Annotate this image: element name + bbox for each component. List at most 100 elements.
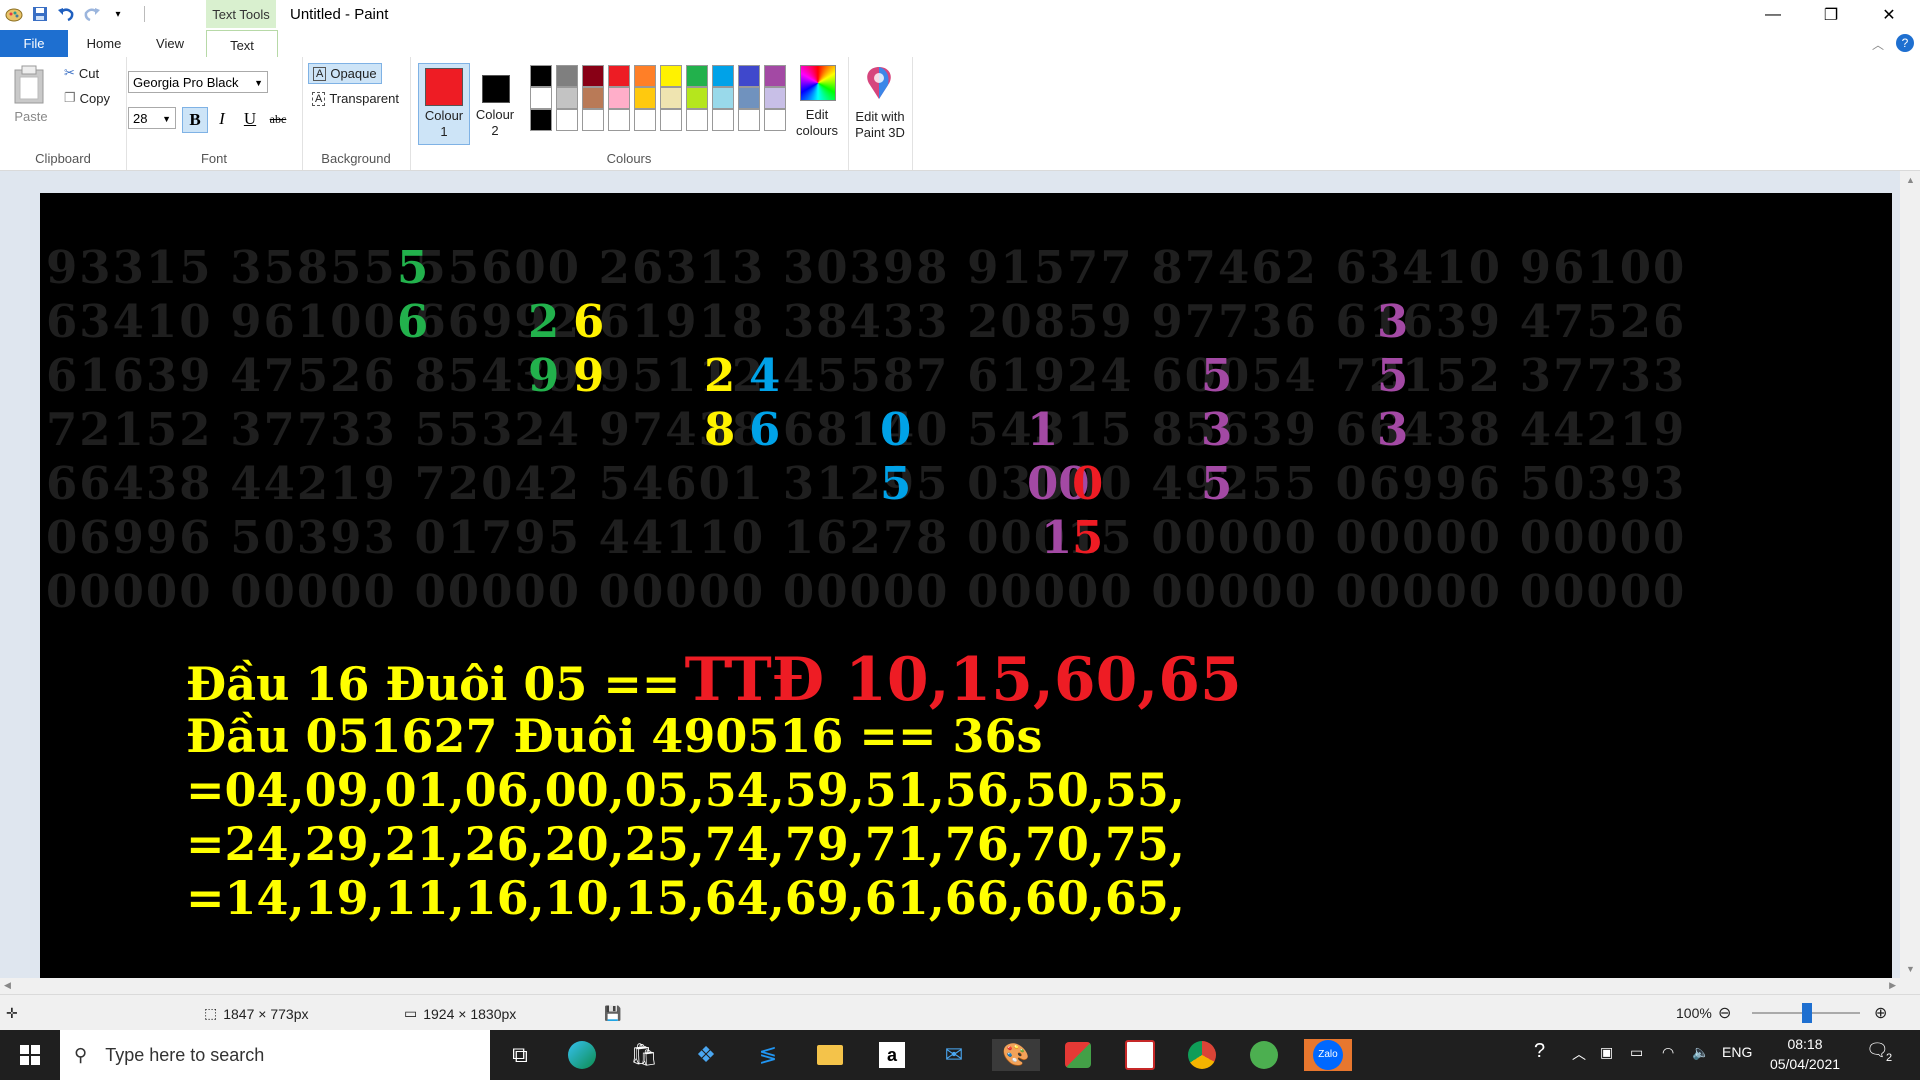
- amazon-icon[interactable]: a: [876, 1039, 908, 1071]
- show-hidden-icons-icon[interactable]: ︿: [1572, 1044, 1586, 1064]
- redo-icon[interactable]: [82, 4, 102, 24]
- opaque-button[interactable]: A Opaque: [308, 63, 382, 84]
- customize-qat-icon[interactable]: ▾: [108, 4, 128, 24]
- palette-colour-swatch[interactable]: [660, 65, 682, 87]
- paint-taskbar-icon[interactable]: 🎨: [992, 1039, 1040, 1071]
- palette-colour-swatch[interactable]: [712, 109, 734, 131]
- help-tray-icon[interactable]: ?: [1534, 1040, 1545, 1063]
- edge-icon[interactable]: [566, 1039, 598, 1071]
- dropbox-icon[interactable]: ❖: [690, 1039, 722, 1071]
- zoom-out-icon[interactable]: ⊖: [1718, 1003, 1731, 1023]
- strikethrough-button[interactable]: abc: [266, 107, 290, 131]
- palette-colour-swatch[interactable]: [660, 109, 682, 131]
- volume-icon[interactable]: 🔈: [1692, 1044, 1709, 1061]
- colour2-button[interactable]: Colour 2: [470, 63, 520, 143]
- file-explorer-icon[interactable]: [814, 1039, 846, 1071]
- clock-time: 08:18: [1787, 1036, 1823, 1052]
- palette-colour-swatch[interactable]: [634, 65, 656, 87]
- language-indicator[interactable]: ENG: [1722, 1044, 1752, 1060]
- zalo-icon[interactable]: Zalo: [1304, 1039, 1352, 1071]
- scroll-down-icon[interactable]: ▼: [1906, 964, 1915, 974]
- app-icon-green[interactable]: [1248, 1039, 1280, 1071]
- maximize-button[interactable]: ❐: [1802, 0, 1860, 30]
- zoom-in-icon[interactable]: ⊕: [1874, 1003, 1887, 1023]
- minimize-button[interactable]: —: [1744, 0, 1802, 30]
- edit-colours-button[interactable]: Edit colours: [790, 63, 844, 143]
- palette-colour-swatch[interactable]: [556, 87, 578, 109]
- palette-colour-swatch[interactable]: [634, 109, 656, 131]
- highlight-digit: 3: [1377, 295, 1409, 348]
- taskbar-clock[interactable]: 08:18 05/04/2021: [1760, 1034, 1850, 1074]
- palette-colour-swatch[interactable]: [530, 65, 552, 87]
- vscode-like-icon[interactable]: ≶: [752, 1039, 784, 1071]
- task-view-icon[interactable]: ⧉: [504, 1039, 536, 1071]
- bold-button[interactable]: B: [182, 107, 208, 133]
- canvas-workspace[interactable]: 93315 35855 55600 26313 30398 91577 8746…: [0, 171, 1920, 978]
- wifi-icon[interactable]: ◠: [1662, 1044, 1674, 1061]
- underline-button[interactable]: U: [238, 107, 262, 131]
- zoom-slider-thumb[interactable]: [1802, 1003, 1812, 1023]
- cut-button[interactable]: ✂ Cut: [64, 65, 99, 81]
- tab-home[interactable]: Home: [78, 30, 130, 57]
- chrome-icon[interactable]: [1186, 1039, 1218, 1071]
- palette-colour-swatch[interactable]: [712, 87, 734, 109]
- palette-colour-swatch[interactable]: [660, 87, 682, 109]
- palette-colour-swatch[interactable]: [530, 109, 552, 131]
- palette-colour-swatch[interactable]: [712, 65, 734, 87]
- palette-colour-swatch[interactable]: [582, 65, 604, 87]
- italic-button[interactable]: I: [210, 107, 234, 131]
- app-icon-red-green[interactable]: [1062, 1039, 1094, 1071]
- palette-colour-swatch[interactable]: [764, 109, 786, 131]
- palette-colour-swatch[interactable]: [686, 109, 708, 131]
- battery-icon[interactable]: ▭: [1630, 1044, 1643, 1061]
- zoom-slider[interactable]: [1752, 1003, 1860, 1023]
- palette-colour-swatch[interactable]: [764, 65, 786, 87]
- save-icon[interactable]: [30, 4, 50, 24]
- taskbar-search[interactable]: ⚲ Type here to search: [60, 1030, 490, 1080]
- paste-label[interactable]: Paste: [6, 109, 56, 125]
- palette-colour-swatch[interactable]: [764, 87, 786, 109]
- palette-colour-swatch[interactable]: [608, 65, 630, 87]
- palette-colour-swatch[interactable]: [582, 109, 604, 131]
- palette-colour-swatch[interactable]: [634, 87, 656, 109]
- palette-colour-swatch[interactable]: [686, 87, 708, 109]
- paint-app-icon[interactable]: [4, 4, 24, 24]
- app-icon-grid[interactable]: [1124, 1039, 1156, 1071]
- paste-icon[interactable]: [12, 65, 46, 108]
- palette-colour-swatch[interactable]: [556, 65, 578, 87]
- palette-colour-swatch[interactable]: [686, 65, 708, 87]
- undo-icon[interactable]: [56, 4, 76, 24]
- store-icon[interactable]: 🛍: [628, 1039, 660, 1071]
- horizontal-scrollbar[interactable]: ◀ ▶: [0, 978, 1920, 994]
- paint3d-label-line2[interactable]: Paint 3D: [848, 125, 912, 141]
- paint3d-label-line1[interactable]: Edit with: [848, 109, 912, 125]
- collapse-ribbon-icon[interactable]: ︿: [1872, 36, 1884, 53]
- palette-colour-swatch[interactable]: [738, 65, 760, 87]
- palette-colour-swatch[interactable]: [608, 109, 630, 131]
- mail-icon[interactable]: ✉: [938, 1039, 970, 1071]
- transparent-button[interactable]: A Transparent: [312, 91, 399, 106]
- scroll-up-icon[interactable]: ▲: [1906, 175, 1915, 185]
- paint3d-icon[interactable]: [862, 65, 896, 104]
- palette-colour-swatch[interactable]: [556, 109, 578, 131]
- palette-colour-swatch[interactable]: [738, 87, 760, 109]
- scroll-left-icon[interactable]: ◀: [4, 980, 11, 991]
- palette-colour-swatch[interactable]: [738, 109, 760, 131]
- vertical-scrollbar[interactable]: ▲ ▼: [1900, 171, 1920, 978]
- tab-view[interactable]: View: [144, 30, 196, 57]
- meet-now-icon[interactable]: ▣: [1600, 1044, 1613, 1061]
- colour1-button[interactable]: Colour 1: [418, 63, 470, 145]
- help-icon[interactable]: ?: [1896, 34, 1914, 52]
- drawing-canvas[interactable]: 93315 35855 55600 26313 30398 91577 8746…: [40, 193, 1892, 978]
- copy-button[interactable]: ❐ Copy: [64, 90, 110, 106]
- tab-file[interactable]: File: [0, 30, 68, 57]
- start-icon[interactable]: [14, 1039, 46, 1071]
- palette-colour-swatch[interactable]: [530, 87, 552, 109]
- palette-colour-swatch[interactable]: [608, 87, 630, 109]
- font-family-select[interactable]: Georgia Pro Black ▼: [128, 71, 268, 93]
- palette-colour-swatch[interactable]: [582, 87, 604, 109]
- font-size-select[interactable]: 28 ▼: [128, 107, 176, 129]
- scroll-right-icon[interactable]: ▶: [1889, 980, 1896, 991]
- close-button[interactable]: ✕: [1860, 0, 1918, 30]
- tab-text[interactable]: Text: [206, 30, 278, 59]
